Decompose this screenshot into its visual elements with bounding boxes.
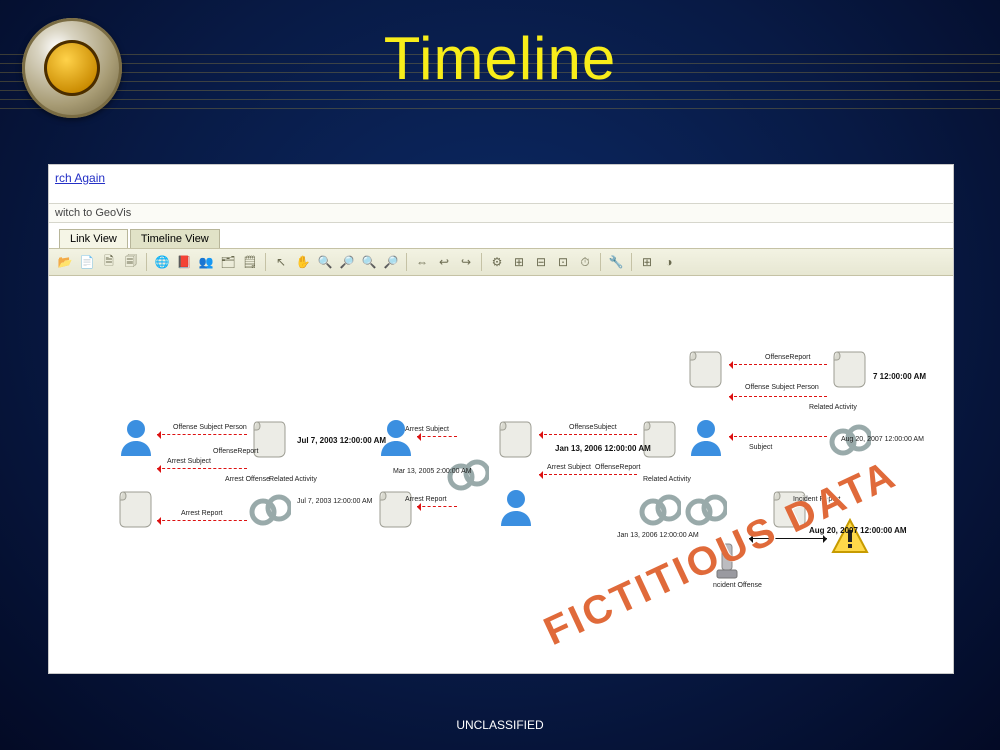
edge <box>157 434 247 435</box>
handcuffs-icon[interactable] <box>685 486 727 528</box>
toolbar: 📂 📄 🗎 🗐 🌐 📕 👥 🗂 🗒 ↖ ✋ 🔍 🔎 🔍 🔎 ⇔ ↩ ↪ ⚙ ⊞ … <box>49 248 953 276</box>
person-icon[interactable] <box>495 486 537 528</box>
edge-label: Arrest Subject <box>405 426 449 433</box>
edge-label: Arrest Report <box>405 496 447 503</box>
scroll-icon[interactable] <box>115 486 157 528</box>
edge-label: Offense Subject Person <box>173 424 247 431</box>
slide-title: Timeline <box>0 24 1000 93</box>
tool-globe-icon[interactable]: 🌐 <box>152 252 172 272</box>
tool-clock-icon[interactable]: ⏱ <box>575 252 595 272</box>
edge <box>729 436 827 437</box>
edge <box>539 474 637 475</box>
edge <box>157 468 247 469</box>
scroll-icon[interactable] <box>375 486 417 528</box>
scroll-icon[interactable] <box>495 416 537 458</box>
timestamp: Jan 13, 2006 12:00:00 AM <box>555 444 651 453</box>
edge-label: Arrest Offense <box>225 476 270 483</box>
edge <box>749 538 827 539</box>
tool-wrench-icon[interactable]: 🔧 <box>606 252 626 272</box>
edge-label: Arrest Report <box>181 510 223 517</box>
edge <box>539 434 637 435</box>
edge <box>417 436 457 437</box>
edge-label: Related Activity <box>809 404 857 411</box>
edge-label: Arrest Subject <box>547 464 591 471</box>
tool-layout1-icon[interactable]: ⊞ <box>509 252 529 272</box>
tool-page-icon[interactable]: 🗎 <box>99 252 119 272</box>
edge-label: Related Activity <box>269 476 317 483</box>
tool-folder-icon[interactable]: 🗂 <box>218 252 238 272</box>
edge-label: Arrest Subject <box>167 458 211 465</box>
tool-doc-icon[interactable]: 📄 <box>77 252 97 272</box>
tool-link-icon[interactable]: ⇔ <box>412 252 432 272</box>
edge <box>729 396 827 397</box>
timeline-canvas[interactable]: Offense Subject Person Arrest Subject Of… <box>49 276 953 672</box>
tab-link-view[interactable]: Link View <box>59 229 128 248</box>
person-icon[interactable] <box>115 416 157 458</box>
tool-users-icon[interactable]: 👥 <box>196 252 216 272</box>
edge-label: OffenseSubject <box>569 424 617 431</box>
tool-open-icon[interactable]: 📂 <box>55 252 75 272</box>
timeline-app-panel: rch Again witch to GeoVis Link View Time… <box>48 164 954 674</box>
person-icon[interactable] <box>375 416 417 458</box>
edge-label: OffenseReport <box>765 354 810 361</box>
timestamp: Aug 20, 2007 12:00:00 AM <box>809 526 907 535</box>
tool-note-icon[interactable]: 🗒 <box>240 252 260 272</box>
timestamp: Aug 20, 2007 12:00:00 AM <box>841 436 924 443</box>
edge-label: Incident Report <box>793 496 840 503</box>
view-tabs: Link View Timeline View <box>49 223 953 248</box>
tool-layout2-icon[interactable]: ⊟ <box>531 252 551 272</box>
tool-zoom-sel-icon[interactable]: 🔍 <box>359 252 379 272</box>
switch-to-geovis[interactable]: witch to GeoVis <box>49 203 953 223</box>
edge <box>417 506 457 507</box>
tool-pointer-icon[interactable]: ↖ <box>271 252 291 272</box>
tool-layout3-icon[interactable]: ⊡ <box>553 252 573 272</box>
tool-circle-icon[interactable]: ◑ <box>659 252 679 272</box>
tool-zoom-fit-icon[interactable]: 🔎 <box>381 252 401 272</box>
tool-zoom-in-icon[interactable]: 🔍 <box>315 252 335 272</box>
scroll-icon[interactable] <box>829 346 871 388</box>
edge-label: Subject <box>749 444 772 451</box>
timestamp: Mar 13, 2005 2:00:00 AM <box>393 468 472 475</box>
timestamp: Jul 7, 2003 12:00:00 AM <box>297 498 373 505</box>
tool-redo-icon[interactable]: ↪ <box>456 252 476 272</box>
classification-footer: UNCLASSIFIED <box>0 718 1000 732</box>
edge <box>729 364 827 365</box>
timestamp: Jul 7, 2003 12:00:00 AM <box>297 436 386 445</box>
tool-pdf-icon[interactable]: 📕 <box>174 252 194 272</box>
edge-label: Related Activity <box>643 476 691 483</box>
timestamp: 7 12:00:00 AM <box>873 372 926 381</box>
edge-label: Offense Subject Person <box>745 384 819 391</box>
handcuffs-icon[interactable] <box>639 486 681 528</box>
handcuffs-icon[interactable] <box>249 486 291 528</box>
edge-label: OffenseReport <box>595 464 640 471</box>
edge <box>157 520 247 521</box>
warning-icon[interactable] <box>829 516 871 558</box>
edge-label: OffenseReport <box>213 448 258 455</box>
tool-config-icon[interactable]: ⚙ <box>487 252 507 272</box>
tool-undo-icon[interactable]: ↩ <box>434 252 454 272</box>
tool-zoom-out-icon[interactable]: 🔎 <box>337 252 357 272</box>
timestamp: Jan 13, 2006 12:00:00 AM <box>617 532 699 539</box>
edge-label: ncident Offense <box>713 582 762 589</box>
scroll-icon[interactable] <box>685 346 727 388</box>
person-icon[interactable] <box>685 416 727 458</box>
tool-pan-icon[interactable]: ✋ <box>293 252 313 272</box>
tool-pages-icon[interactable]: 🗐 <box>121 252 141 272</box>
search-again-link[interactable]: rch Again <box>49 165 953 189</box>
tool-grid-icon[interactable]: ⊞ <box>637 252 657 272</box>
tab-timeline-view[interactable]: Timeline View <box>130 229 220 248</box>
scroll-icon[interactable] <box>769 486 811 528</box>
gavel-icon[interactable] <box>705 540 747 582</box>
